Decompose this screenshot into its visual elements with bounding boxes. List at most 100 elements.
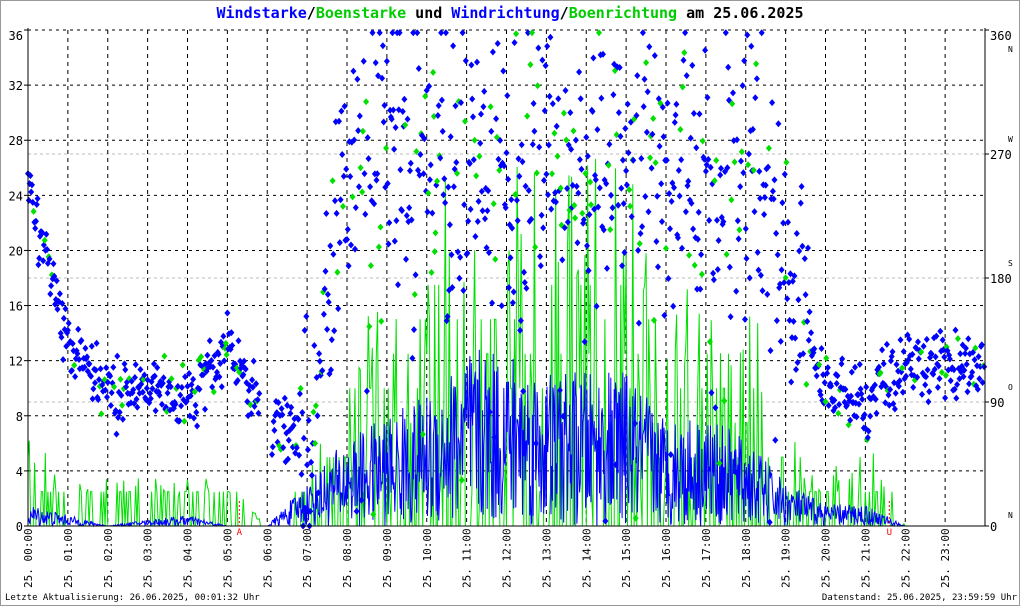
windrichtung-point	[424, 208, 431, 216]
windrichtung-point	[304, 446, 311, 454]
windrichtung-point	[753, 75, 760, 83]
windrichtung-point	[710, 276, 717, 284]
windrichtung-point	[90, 385, 97, 393]
boenrichtung-point	[803, 380, 810, 388]
windrichtung-point	[89, 395, 96, 403]
boenrichtung-point	[377, 223, 384, 231]
windrichtung-point	[773, 317, 780, 325]
windrichtung-point	[493, 115, 500, 123]
boenrichtung-point	[527, 61, 534, 69]
boenrichtung-point	[627, 202, 634, 210]
windrichtung-point	[103, 364, 110, 372]
windrichtung-point	[794, 359, 801, 366]
windrichtung-point	[325, 298, 332, 306]
boenrichtung-point	[560, 109, 567, 117]
windrichtung-point	[548, 205, 555, 213]
windrichtung-point	[500, 67, 507, 75]
boenrichtung-point	[98, 410, 105, 418]
windrichtung-point	[356, 183, 362, 191]
windrichtung-point	[50, 260, 57, 268]
windrichtung-point	[965, 335, 972, 343]
boenrichtung-point	[554, 152, 561, 160]
windrichtung-point	[818, 345, 825, 352]
windrichtung-point	[638, 155, 645, 162]
windrichtung-point	[429, 209, 436, 217]
boenrichtung-point	[431, 248, 438, 256]
windrichtung-point	[35, 261, 42, 269]
windrichtung-point	[296, 390, 303, 398]
windrichtung-point	[541, 107, 548, 115]
windrichtung-point	[535, 44, 542, 52]
windrichtung-point	[372, 59, 379, 67]
windrichtung-point	[574, 239, 581, 247]
boenrichtung-point	[411, 291, 418, 298]
windrichtung-point	[298, 470, 305, 478]
compass-label: N	[1008, 511, 1013, 520]
windrichtung-point	[192, 401, 199, 409]
windrichtung-point	[634, 72, 641, 80]
windrichtung-point	[488, 127, 495, 135]
windrichtung-point	[635, 246, 642, 254]
windrichtung-point	[610, 91, 617, 99]
x-tick-label: 25. 08:00	[341, 528, 354, 588]
windrichtung-point	[137, 366, 144, 373]
boenrichtung-point	[334, 268, 341, 276]
windrichtung-point	[311, 342, 318, 349]
windrichtung-point	[795, 296, 802, 304]
windrichtung-point	[88, 342, 95, 350]
windrichtung-point	[376, 29, 383, 37]
windrichtung-point	[447, 133, 454, 141]
windrichtung-point	[680, 56, 687, 64]
windrichtung-point	[113, 430, 120, 438]
windrichtung-point	[738, 157, 744, 165]
x-tick-label: 25. 04:00	[182, 528, 195, 588]
windrichtung-point	[584, 242, 590, 250]
windrichtung-point	[775, 120, 782, 128]
windrichtung-point	[474, 58, 480, 66]
x-tick-label: 25. 22:00	[899, 528, 912, 588]
windrichtung-point	[867, 412, 874, 420]
x-tick-label: 25. 07:00	[301, 528, 314, 588]
windrichtung-point	[518, 141, 525, 149]
windrichtung-point	[367, 183, 374, 191]
x-tick-label: 25. 17:00	[700, 528, 713, 588]
windrichtung-point	[572, 136, 579, 144]
right-tick-label: 360	[990, 29, 1012, 43]
windrichtung-point	[143, 384, 150, 392]
windrichtung-point	[897, 336, 904, 344]
windrichtung-point	[194, 422, 201, 430]
windrichtung-point	[72, 373, 79, 381]
windrichtung-point	[651, 52, 658, 60]
windrichtung-point	[442, 199, 449, 207]
windrichtung-point	[920, 342, 927, 350]
windrichtung-point	[34, 195, 41, 203]
x-tick-label: 25. 18:00	[740, 528, 753, 588]
windrichtung-point	[752, 94, 759, 102]
windrichtung-point	[797, 199, 804, 207]
windrichtung-point	[340, 172, 347, 180]
windrichtung-point	[676, 192, 683, 200]
x-tick-label: 25. 03:00	[142, 528, 155, 588]
windrichtung-point	[754, 248, 761, 256]
windrichtung-point	[637, 230, 644, 237]
boenrichtung-point	[357, 164, 364, 172]
windrichtung-point	[779, 199, 786, 207]
windrichtung-point	[576, 68, 583, 76]
windrichtung-point	[813, 372, 820, 380]
windrichtung-point	[654, 192, 661, 200]
windrichtung-point	[465, 217, 472, 225]
windrichtung-point	[193, 408, 200, 416]
boenrichtung-point	[487, 103, 494, 111]
windrichtung-point	[646, 43, 653, 51]
windrichtung-point	[562, 87, 569, 94]
boenrichtung-point	[686, 251, 693, 259]
windrichtung-point	[489, 48, 496, 56]
windrichtung-point	[453, 158, 460, 166]
windrichtung-point	[369, 29, 376, 37]
boenrichtung-point	[699, 137, 706, 145]
windrichtung-point	[769, 99, 776, 107]
windrichtung-point	[450, 42, 457, 50]
windrichtung-point	[604, 264, 610, 272]
windrichtung-point	[615, 109, 622, 117]
x-tick-label: 25. 11:00	[461, 528, 474, 588]
